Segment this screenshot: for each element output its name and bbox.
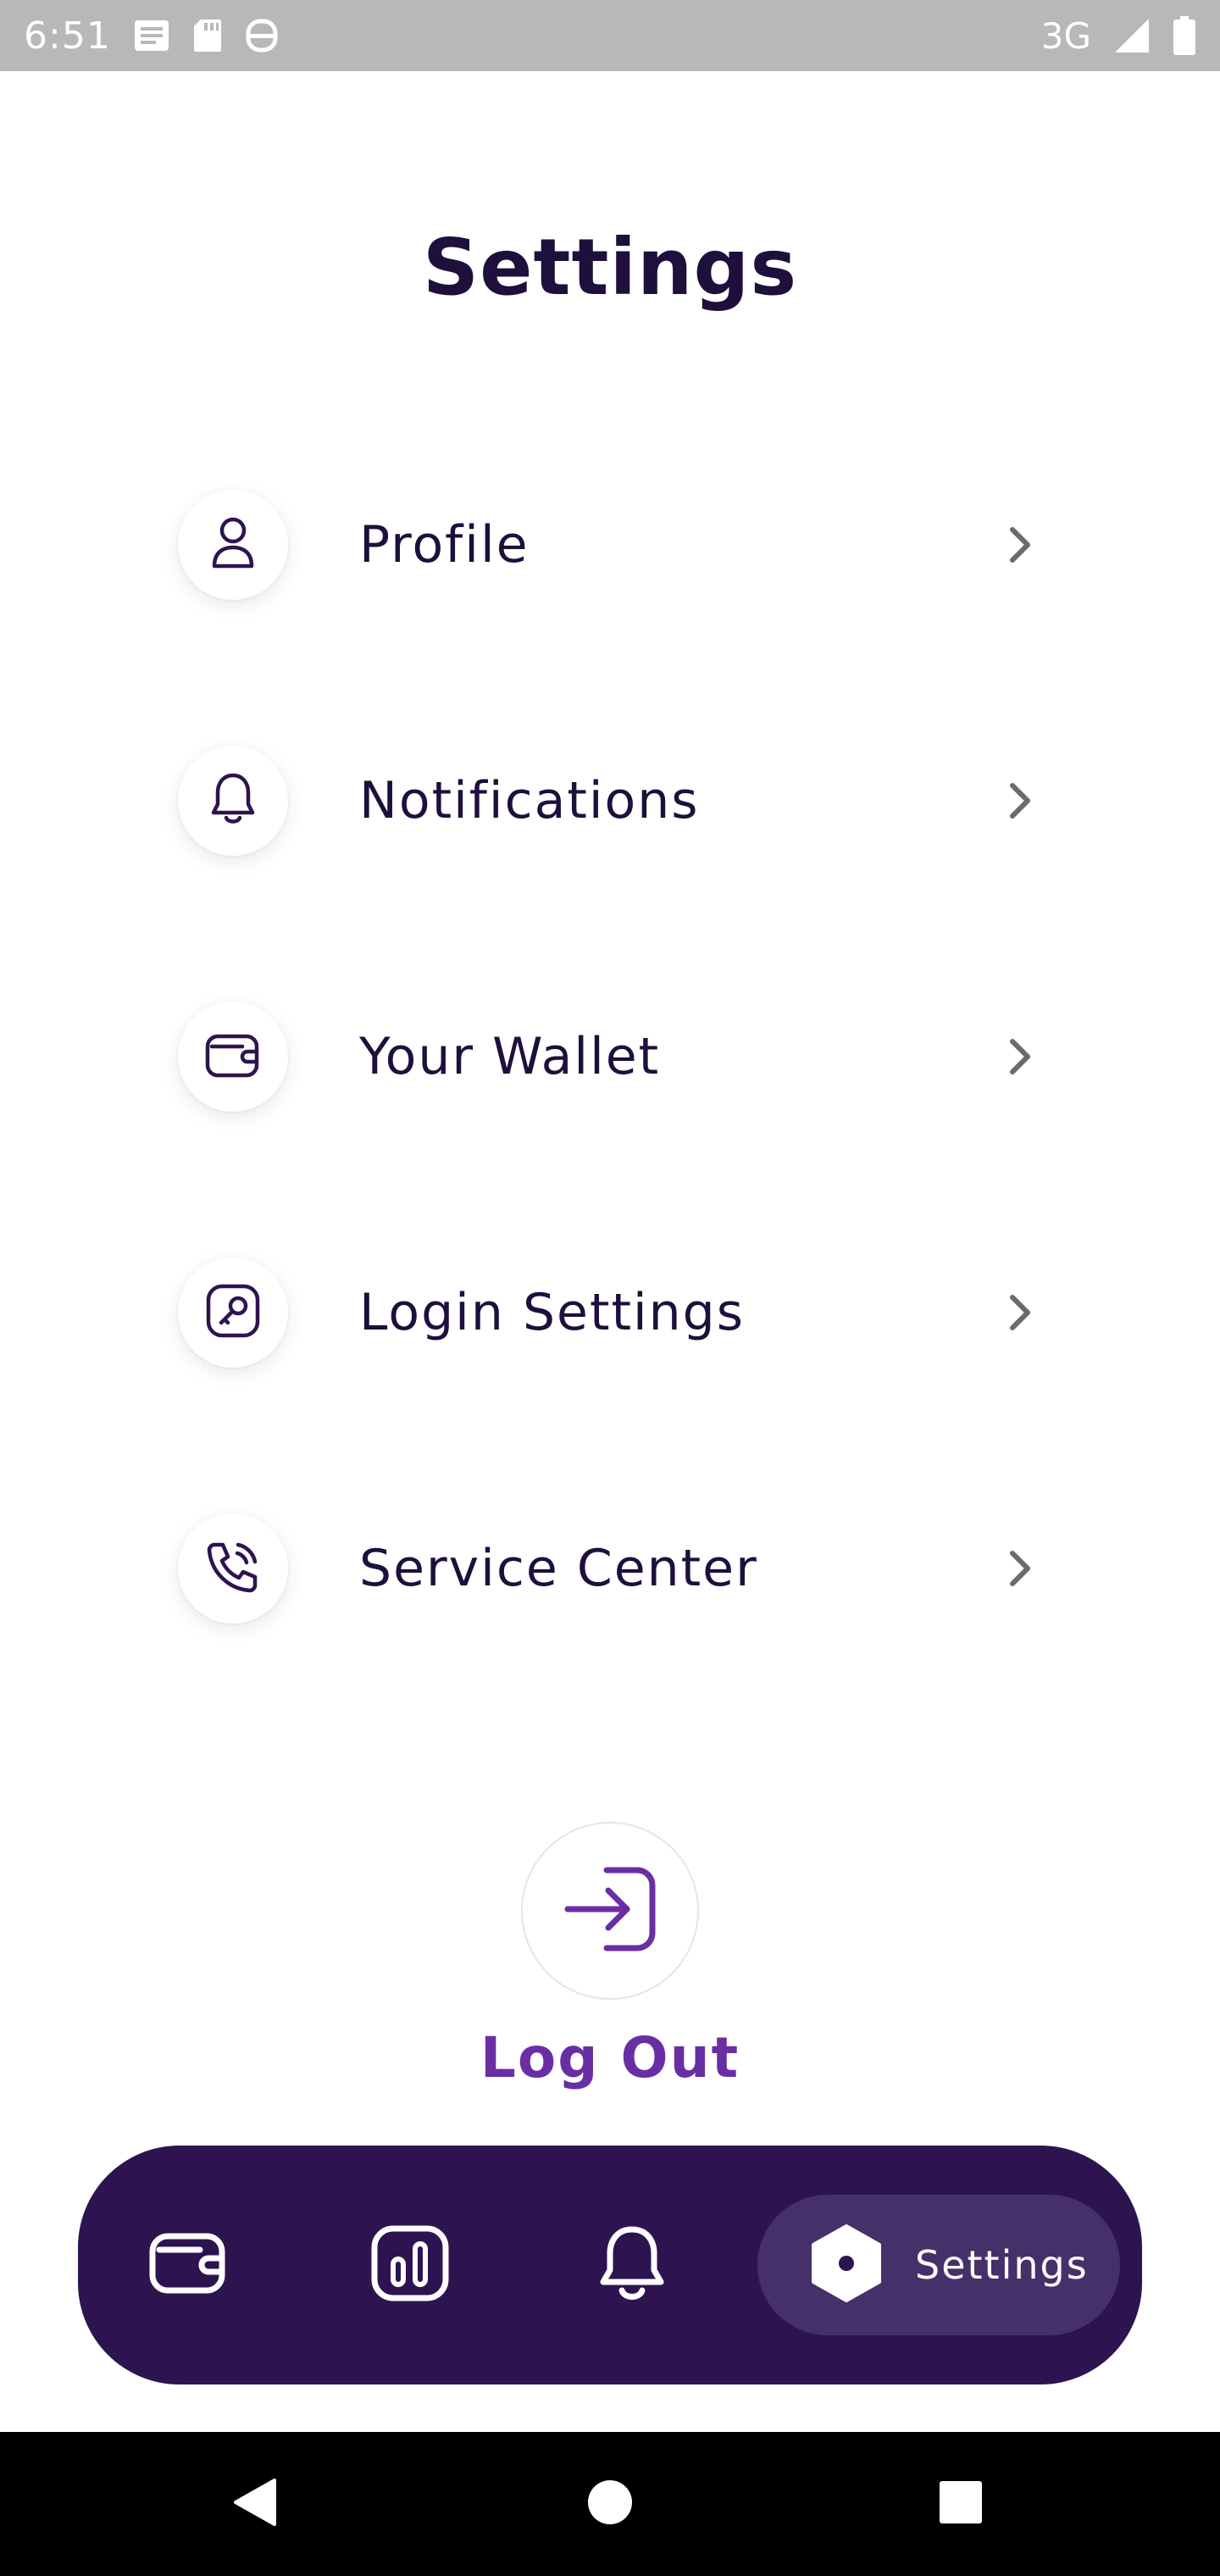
bell-icon <box>209 772 257 830</box>
sd-card-icon <box>192 18 223 53</box>
phone-icon <box>206 1540 260 1598</box>
wallet-icon <box>205 1031 261 1083</box>
menu-item-notifications[interactable]: Notifications <box>178 737 1059 864</box>
status-time: 6:51 <box>24 14 111 58</box>
login-arrow-icon <box>563 1865 657 1957</box>
nav-wallet-button[interactable] <box>129 2146 247 2384</box>
home-circle-icon <box>586 2479 634 2530</box>
logout-label[interactable]: Log Out <box>0 2025 1220 2090</box>
recents-button[interactable] <box>918 2432 1003 2576</box>
chevron-right-icon <box>995 775 1045 826</box>
bell-icon <box>596 2223 668 2308</box>
status-bar: 6:51 3G <box>0 0 1220 71</box>
back-triangle-icon <box>230 2477 278 2532</box>
menu-item-service-center[interactable]: Service Center <box>178 1505 1059 1632</box>
nav-stats-button[interactable] <box>351 2146 469 2384</box>
notification-icon <box>133 19 170 53</box>
status-right: 3G <box>1041 15 1196 57</box>
chevron-right-icon <box>995 1031 1045 1082</box>
person-icon <box>211 515 255 575</box>
menu-label-service-center: Service Center <box>359 1539 758 1598</box>
system-nav-bar <box>0 2432 1220 2576</box>
chart-icon <box>371 2225 449 2306</box>
back-button[interactable] <box>212 2432 297 2576</box>
settings-hex-icon <box>810 2223 883 2307</box>
menu-label-profile: Profile <box>359 515 530 575</box>
menu-item-wallet[interactable]: Your Wallet <box>178 993 1059 1120</box>
nav-settings-label: Settings <box>915 2242 1089 2288</box>
menu-icon-circle <box>178 1002 288 1112</box>
wallet-icon <box>149 2231 227 2300</box>
menu-icon-circle <box>178 1513 288 1624</box>
page-title: Settings <box>422 222 798 313</box>
menu-label-login-settings: Login Settings <box>359 1283 746 1342</box>
status-left: 6:51 <box>24 14 279 58</box>
menu-icon-circle <box>178 746 288 856</box>
menu-item-login-settings[interactable]: Login Settings <box>178 1249 1059 1376</box>
menu-item-profile[interactable]: Profile <box>178 481 1059 608</box>
menu-label-notifications: Notifications <box>359 771 700 830</box>
chevron-right-icon <box>995 1287 1045 1338</box>
network-type: 3G <box>1040 14 1091 57</box>
recents-square-icon <box>938 2479 984 2529</box>
bottom-nav: Settings <box>78 2146 1142 2384</box>
chevron-right-icon <box>995 1543 1045 1594</box>
chevron-right-icon <box>995 519 1045 570</box>
home-button[interactable] <box>568 2432 652 2576</box>
nav-settings-button[interactable]: Settings <box>757 2195 1120 2335</box>
nav-notifications-button[interactable] <box>573 2146 691 2384</box>
menu-label-wallet: Your Wallet <box>359 1027 661 1086</box>
sync-icon <box>245 18 279 53</box>
key-icon <box>206 1284 260 1342</box>
logout-button[interactable] <box>521 1822 699 2000</box>
battery-icon <box>1173 16 1196 55</box>
signal-icon <box>1113 17 1151 54</box>
menu-icon-circle <box>178 1257 288 1368</box>
menu-icon-circle <box>178 490 288 600</box>
